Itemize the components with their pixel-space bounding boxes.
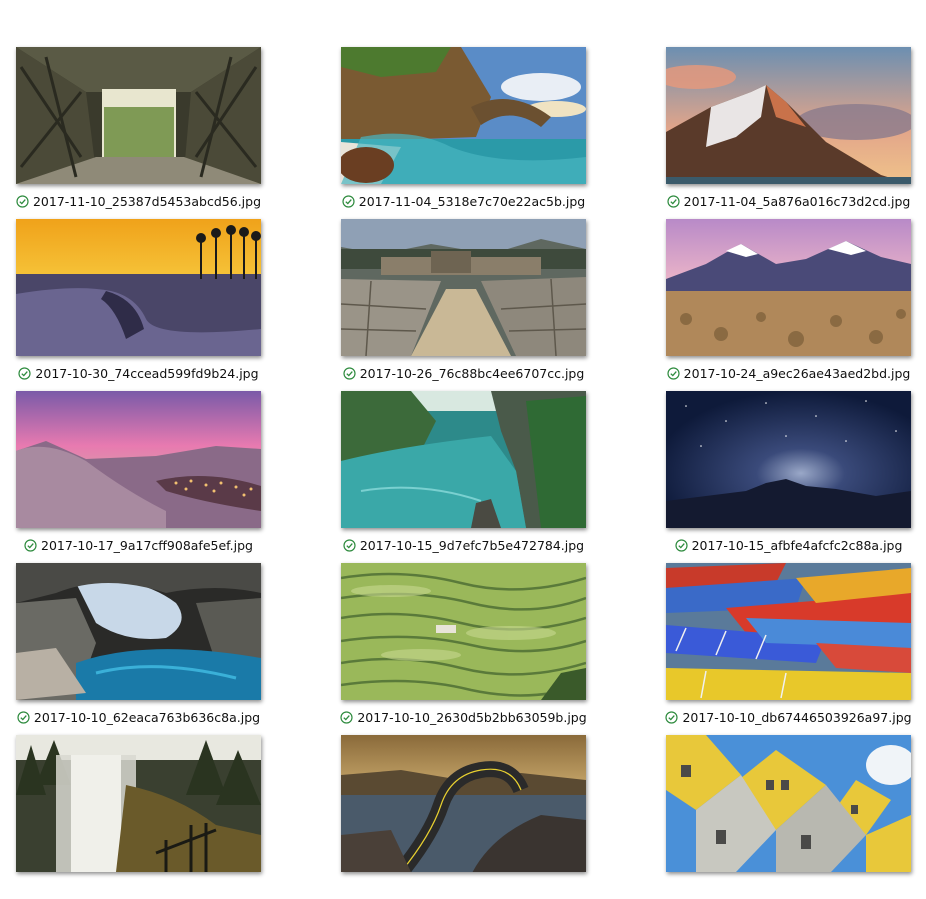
file-caption: 2017-11-04_5a876a016c73d2cd.jpg xyxy=(666,191,911,211)
file-caption xyxy=(341,879,586,899)
file-caption xyxy=(16,879,261,899)
file-caption: 2017-10-10_db67446503926a97.jpg xyxy=(665,707,912,727)
thumbnail-ocean-road-bridge[interactable] xyxy=(341,735,586,872)
synced-check-icon xyxy=(674,538,688,552)
synced-check-icon xyxy=(343,366,356,380)
thumbnail-desert-dusk[interactable] xyxy=(16,391,261,528)
file-name: 2017-11-10_25387d5453abcd56.jpg xyxy=(32,193,262,209)
file-caption: 2017-10-10_2630d5b2bb63059b.jpg xyxy=(340,707,587,727)
file-tile[interactable]: 2017-10-10_2630d5b2bb63059b.jpg xyxy=(340,563,587,727)
file-tile[interactable]: 2017-10-24_a9ec26ae43aed2bd.jpg xyxy=(666,219,911,383)
file-tile[interactable]: 2017-10-15_afbfe4afcfc2c88a.jpg xyxy=(666,391,911,555)
file-caption: 2017-10-15_9d7efc7b5e472784.jpg xyxy=(341,535,586,555)
file-tile[interactable]: 2017-10-17_9a17cff908afe5ef.jpg xyxy=(16,391,261,555)
file-caption: 2017-11-04_5318e7c70e22ac5b.jpg xyxy=(341,191,586,211)
file-name: 2017-10-10_2630d5b2bb63059b.jpg xyxy=(357,709,587,725)
synced-check-icon xyxy=(667,366,680,380)
synced-check-icon xyxy=(18,366,32,380)
file-caption: 2017-10-24_a9ec26ae43aed2bd.jpg xyxy=(666,363,911,383)
synced-check-icon xyxy=(16,194,29,208)
file-tile[interactable]: 2017-11-04_5a876a016c73d2cd.jpg xyxy=(666,47,911,211)
file-tile[interactable]: 2017-10-30_74ccead599fd9b24.jpg xyxy=(16,219,261,383)
file-caption: 2017-11-10_25387d5453abcd56.jpg xyxy=(16,191,261,211)
file-caption: 2017-10-30_74ccead599fd9b24.jpg xyxy=(16,363,261,383)
synced-check-icon xyxy=(342,194,355,208)
file-tile[interactable] xyxy=(16,735,261,899)
file-tile[interactable]: 2017-10-10_62eaca763b636c8a.jpg xyxy=(16,563,261,727)
file-tile[interactable] xyxy=(341,735,586,899)
thumbnail-forest-waterfall[interactable] xyxy=(16,735,261,872)
file-tile[interactable] xyxy=(666,735,911,899)
synced-check-icon xyxy=(24,538,37,552)
thumbnail-sea-arch[interactable] xyxy=(341,47,586,184)
file-name: 2017-11-04_5a876a016c73d2cd.jpg xyxy=(683,193,911,209)
file-name: 2017-10-10_db67446503926a97.jpg xyxy=(682,709,912,725)
file-caption: 2017-10-17_9a17cff908afe5ef.jpg xyxy=(16,535,261,555)
thumbnail-blue-cave[interactable] xyxy=(16,563,261,700)
thumbnail-colorful-boats[interactable] xyxy=(666,563,911,700)
synced-check-icon xyxy=(667,194,680,208)
file-caption: 2017-10-10_62eaca763b636c8a.jpg xyxy=(16,707,261,727)
synced-check-icon xyxy=(340,710,353,724)
file-name: 2017-10-10_62eaca763b636c8a.jpg xyxy=(33,709,261,725)
file-name: 2017-10-24_a9ec26ae43aed2bd.jpg xyxy=(683,365,911,381)
file-thumbnail-grid: 2017-11-10_25387d5453abcd56.jpg 2017-11-… xyxy=(0,0,926,872)
file-tile[interactable]: 2017-10-15_9d7efc7b5e472784.jpg xyxy=(341,391,586,555)
file-name: 2017-10-26_76c88bc4ee6707cc.jpg xyxy=(359,365,585,381)
file-caption: 2017-10-26_76c88bc4ee6707cc.jpg xyxy=(341,363,586,383)
thumbnail-snowy-volcanoes[interactable] xyxy=(666,219,911,356)
synced-check-icon xyxy=(665,710,679,724)
file-name: 2017-10-17_9a17cff908afe5ef.jpg xyxy=(41,537,253,553)
file-name: 2017-10-15_afbfe4afcfc2c88a.jpg xyxy=(691,537,903,553)
thumbnail-rice-terraces[interactable] xyxy=(341,563,586,700)
thumbnail-skatepark-sunset[interactable] xyxy=(16,219,261,356)
thumbnail-night-sky[interactable] xyxy=(666,391,911,528)
file-name: 2017-11-04_5318e7c70e22ac5b.jpg xyxy=(358,193,586,209)
thumbnail-lagoon-cliffs[interactable] xyxy=(341,391,586,528)
file-name: 2017-10-30_74ccead599fd9b24.jpg xyxy=(35,365,259,381)
file-tile[interactable]: 2017-11-04_5318e7c70e22ac5b.jpg xyxy=(341,47,586,211)
thumbnail-cube-houses[interactable] xyxy=(666,735,911,872)
synced-check-icon xyxy=(343,538,356,552)
file-tile[interactable]: 2017-10-10_db67446503926a97.jpg xyxy=(665,563,912,727)
file-caption xyxy=(666,879,911,899)
synced-check-icon xyxy=(17,710,30,724)
file-caption: 2017-10-15_afbfe4afcfc2c88a.jpg xyxy=(666,535,911,555)
file-name: 2017-10-15_9d7efc7b5e472784.jpg xyxy=(359,537,585,553)
thumbnail-covered-bridge[interactable] xyxy=(16,47,261,184)
file-tile[interactable]: 2017-11-10_25387d5453abcd56.jpg xyxy=(16,47,261,211)
thumbnail-mountain-sunset[interactable] xyxy=(666,47,911,184)
thumbnail-stone-ruins[interactable] xyxy=(341,219,586,356)
file-tile[interactable]: 2017-10-26_76c88bc4ee6707cc.jpg xyxy=(341,219,586,383)
